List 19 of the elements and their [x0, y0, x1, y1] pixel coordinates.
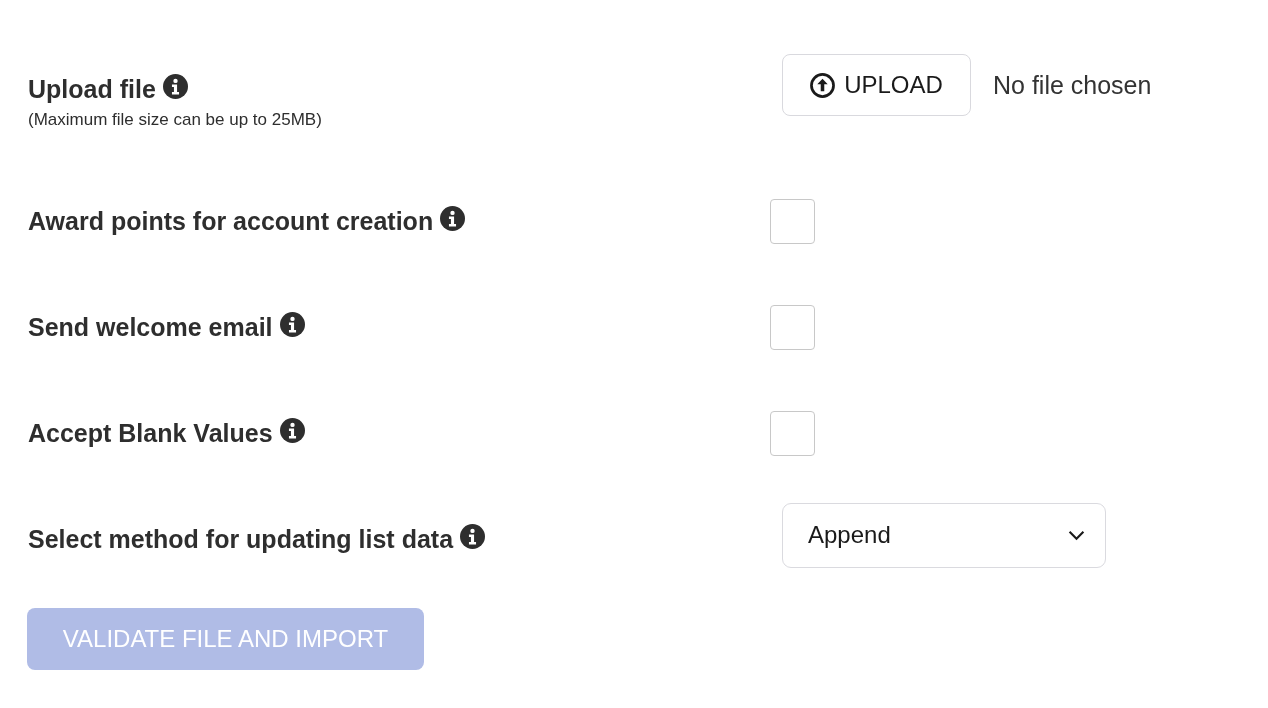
chevron-down-icon [1068, 529, 1085, 541]
file-size-note: (Maximum file size can be up to 25MB) [28, 109, 322, 131]
info-icon[interactable] [279, 418, 305, 443]
info-icon[interactable] [460, 524, 486, 549]
checkbox[interactable] [770, 304, 815, 350]
upload-button[interactable]: UPLOAD [782, 54, 971, 116]
info-icon[interactable] [279, 312, 305, 337]
field-label: Upload file [28, 74, 156, 105]
checkbox[interactable] [770, 410, 815, 456]
field-label: Award points for account creation [28, 206, 434, 237]
field-label: Send welcome email [28, 312, 273, 343]
method-select[interactable]: Append [782, 502, 1106, 568]
upload-icon [810, 72, 836, 98]
field-label: Select method for updating list data [28, 524, 454, 555]
info-icon[interactable] [162, 74, 188, 99]
field-label: Accept Blank Values [28, 418, 273, 449]
checkbox[interactable] [770, 198, 815, 244]
file-status: No file chosen [993, 70, 1152, 100]
info-icon[interactable] [440, 206, 466, 231]
